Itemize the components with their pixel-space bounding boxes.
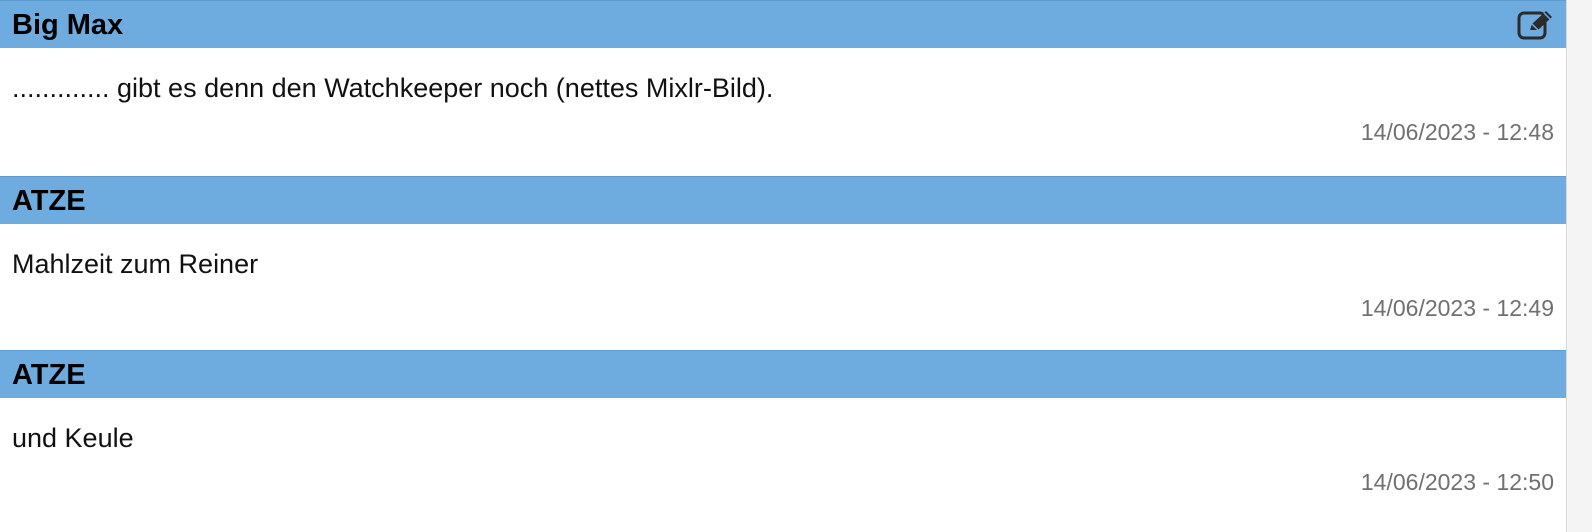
- post-author: Big Max: [12, 9, 124, 41]
- post-header: ATZE: [0, 350, 1566, 398]
- post-author: ATZE: [12, 185, 86, 217]
- post-item: ATZE Mahlzeit zum Reiner 14/06/2023 - 12…: [0, 176, 1566, 350]
- edit-icon: [1517, 11, 1552, 40]
- post-timestamp: 14/06/2023 - 12:49: [1360, 295, 1554, 321]
- shoutbox-feed: Big Max ............. gibt es denn den W…: [0, 0, 1592, 532]
- scrollbar[interactable]: [1566, 0, 1592, 532]
- post-message: und Keule: [12, 423, 134, 453]
- post-message: Mahlzeit zum Reiner: [12, 249, 259, 279]
- post-timestamp: 14/06/2023 - 12:50: [1360, 469, 1554, 495]
- post-body: ............. gibt es denn den Watchkeep…: [0, 48, 1566, 174]
- edit-button[interactable]: [1516, 9, 1556, 41]
- post-header: Big Max: [0, 0, 1566, 48]
- post-message: ............. gibt es denn den Watchkeep…: [12, 73, 774, 103]
- post-body: Mahlzeit zum Reiner 14/06/2023 - 12:49: [0, 224, 1566, 350]
- post-author: ATZE: [12, 359, 86, 391]
- post-item: Big Max ............. gibt es denn den W…: [0, 0, 1566, 174]
- post-item: ATZE und Keule 14/06/2023 - 12:50: [0, 350, 1566, 524]
- post-body: und Keule 14/06/2023 - 12:50: [0, 398, 1566, 524]
- post-timestamp: 14/06/2023 - 12:48: [1360, 119, 1554, 145]
- post-header: ATZE: [0, 176, 1566, 224]
